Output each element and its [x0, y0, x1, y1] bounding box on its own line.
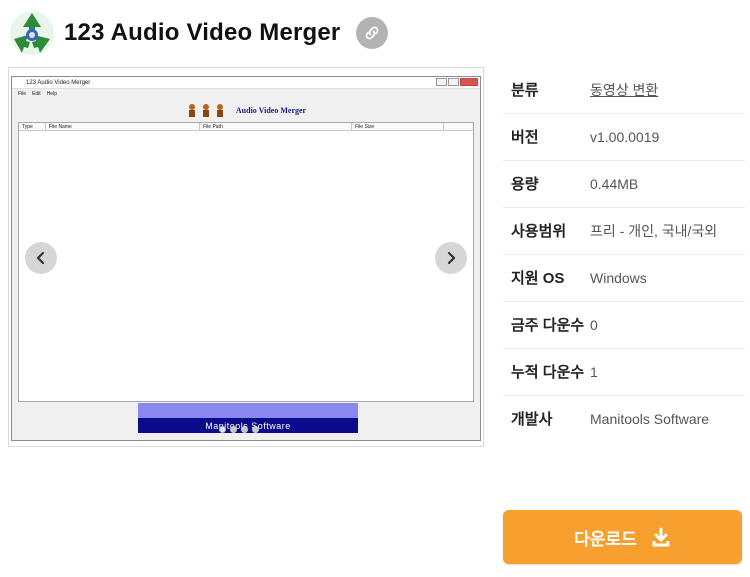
info-label: 버전	[511, 129, 539, 146]
gallery-dot[interactable]	[252, 426, 259, 433]
info-row-total-downloads: 누적 다운수 1	[503, 349, 745, 396]
info-row-os: 지원 OS Windows	[503, 255, 745, 302]
info-row-version: 버전 v1.00.0019	[503, 114, 745, 161]
gallery-pagination	[219, 426, 259, 433]
screenshot-list-header: Type File Name File Path File Size	[19, 123, 473, 131]
screenshot-window: 123 Audio Video Merger File Edit Help Au…	[11, 76, 481, 441]
chevron-right-icon	[447, 251, 456, 265]
download-label: 다운로드	[574, 529, 637, 549]
info-label: 개발사	[511, 411, 553, 428]
banner-top	[138, 403, 358, 418]
info-value: 0	[590, 317, 598, 333]
info-row-developer: 개발사 Manitools Software	[503, 396, 745, 442]
screenshot-menubar: File Edit Help	[12, 89, 480, 98]
info-row-license: 사용범위 프리 - 개인, 국내/국외	[503, 208, 745, 255]
info-row-weekly-downloads: 금주 다운수 0	[503, 302, 745, 349]
info-table: 분류 동영상 변환 버전 v1.00.0019 용량 0.44MB 사용범위 프…	[503, 67, 745, 442]
gallery-dot[interactable]	[219, 426, 226, 433]
info-label: 누적 다운수	[511, 364, 585, 381]
info-row-category: 분류 동영상 변환	[503, 67, 745, 114]
column-separator	[45, 123, 46, 131]
screenshot-menu-edit: Edit	[32, 90, 41, 97]
link-icon	[366, 26, 379, 40]
info-label: 금주 다운수	[511, 317, 585, 334]
merger-figures-icon	[188, 104, 223, 117]
screenshot-window-title: 123 Audio Video Merger	[26, 79, 91, 86]
app-header: 123 Audio Video Merger	[8, 8, 748, 58]
screenshot-gallery: 123 Audio Video Merger File Edit Help Au…	[8, 67, 484, 447]
info-label: 사용범위	[511, 223, 567, 240]
screenshot-menu-file: File	[18, 90, 27, 97]
screenshot-titlebar: 123 Audio Video Merger	[12, 77, 480, 89]
info-value: 1	[590, 364, 598, 380]
column-file-path: File Path	[203, 124, 223, 130]
gallery-dot[interactable]	[241, 426, 248, 433]
close-icon	[460, 78, 478, 86]
column-separator	[351, 123, 352, 131]
info-label: 지원 OS	[511, 270, 565, 287]
column-separator	[443, 123, 444, 131]
recycle-logo-icon	[10, 11, 54, 55]
screenshot-menu-help: Help	[46, 90, 57, 97]
maximize-icon	[448, 78, 459, 86]
info-label: 용량	[511, 176, 539, 193]
download-button[interactable]: 다운로드	[503, 510, 742, 564]
info-label: 분류	[511, 82, 539, 99]
info-value: Windows	[590, 270, 647, 286]
gallery-dot[interactable]	[230, 426, 237, 433]
download-icon	[652, 527, 670, 547]
gallery-prev-button[interactable]	[25, 242, 57, 274]
gallery-next-button[interactable]	[435, 242, 467, 274]
minimize-icon	[436, 78, 447, 86]
info-value: 프리 - 개인, 국내/국외	[590, 223, 718, 239]
category-link[interactable]: 동영상 변환	[590, 79, 745, 102]
chevron-left-icon	[36, 251, 45, 265]
info-value: v1.00.0019	[590, 129, 660, 145]
app-screenshot: 123 Audio Video Merger File Edit Help Au…	[11, 76, 481, 441]
column-type: Type	[22, 124, 33, 130]
screenshot-brand: Audio Video Merger	[235, 105, 307, 115]
screenshot-file-list: Type File Name File Path File Size	[18, 122, 474, 402]
info-row-size: 용량 0.44MB	[503, 161, 745, 208]
screenshot-window-controls	[436, 78, 478, 86]
info-value: 0.44MB	[590, 176, 639, 192]
column-separator	[199, 123, 200, 131]
column-file-size: File Size	[355, 124, 375, 130]
column-file-name: File Name	[49, 124, 72, 130]
screenshot-toolbar: Audio Video Merger	[12, 99, 480, 121]
info-value: Manitools Software	[590, 411, 710, 427]
copy-link-button[interactable]	[356, 17, 389, 49]
page-title: 123 Audio Video Merger	[64, 19, 341, 46]
